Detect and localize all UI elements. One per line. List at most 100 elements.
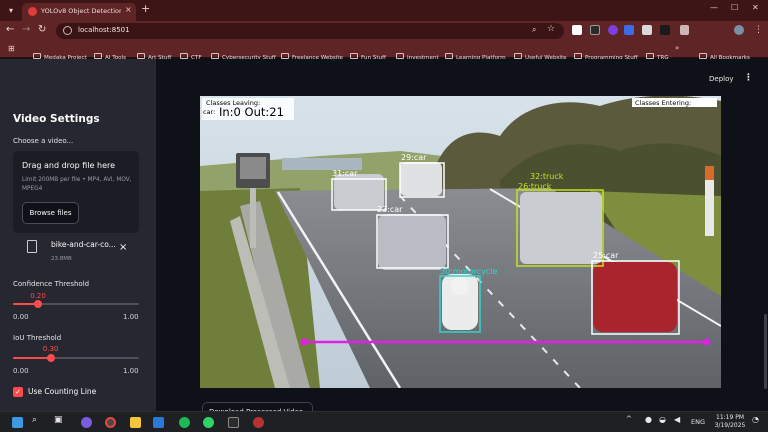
extension-icon[interactable]: [590, 25, 600, 35]
bookmark-folder[interactable]: Freelance Website: [281, 44, 343, 61]
clock-time: 11:19 PM: [716, 414, 744, 421]
reload-icon[interactable]: ↻: [38, 24, 46, 35]
search-icon[interactable]: ⌕: [32, 415, 37, 425]
task-view-icon[interactable]: ▣: [54, 415, 63, 425]
site-info-icon[interactable]: [63, 26, 72, 35]
extensions-puzzle-icon[interactable]: [680, 25, 689, 35]
file-icon: [27, 240, 37, 253]
vscode-icon[interactable]: [153, 417, 164, 428]
iou-slider[interactable]: [13, 354, 139, 362]
iou-min: 0.00: [13, 367, 29, 375]
taskbar: ⌕ ▣ ^ ● ◒ ◀ ENG 11:19 PM 3/19/2025 ◔: [0, 411, 768, 432]
clock[interactable]: 11:19 PM 3/19/2025: [713, 414, 747, 430]
bookmark-folder[interactable]: TRG: [646, 44, 669, 61]
counting-line-end: [703, 338, 711, 346]
extension-icon[interactable]: [608, 25, 618, 35]
checkbox-checked-icon[interactable]: ✓: [13, 387, 23, 397]
counting-line-start: [300, 338, 308, 346]
confidence-value: 0.20: [30, 292, 46, 300]
microphone-icon[interactable]: ●: [645, 415, 652, 424]
sidebar-title: Video Settings: [13, 113, 100, 125]
detection-label: 32:truck: [530, 172, 564, 181]
tab-close-icon[interactable]: ×: [125, 5, 132, 14]
bookmark-star-icon[interactable]: ☆: [547, 24, 555, 34]
bookmark-folder[interactable]: Art Stuff: [137, 44, 171, 61]
windows-start-icon[interactable]: [12, 417, 23, 428]
input-language[interactable]: ENG: [691, 418, 705, 426]
extension-icon[interactable]: [624, 25, 634, 35]
confidence-slider[interactable]: [13, 300, 139, 308]
deploy-button[interactable]: Deploy: [709, 75, 734, 83]
browse-files-button[interactable]: Browse files: [22, 202, 79, 224]
chrome-icon[interactable]: [105, 417, 116, 428]
minimize-icon[interactable]: —: [710, 3, 718, 12]
sidebar: Video Settings Choose a video... Drag an…: [0, 59, 156, 411]
extension-icon[interactable]: [660, 25, 670, 35]
app-icon[interactable]: [253, 417, 264, 428]
iou-value: 0.30: [42, 345, 59, 353]
zoom-icon[interactable]: ⌕: [532, 25, 536, 35]
detection-label: 25:car: [593, 251, 619, 260]
bookmark-folder[interactable]: CTF: [180, 44, 202, 61]
screen: ▾ YOLOv8 Object Detection & Co × + — ☐ ✕…: [0, 0, 768, 432]
confidence-max: 1.00: [123, 313, 139, 321]
bookmark-folder[interactable]: Programming Stuff: [574, 44, 638, 61]
volume-icon[interactable]: ◀: [674, 415, 680, 424]
close-window-icon[interactable]: ✕: [752, 3, 759, 12]
dropzone-title: Drag and drop file here: [22, 161, 116, 170]
file-dropzone[interactable]: Drag and drop file here Limit 200MB per …: [13, 151, 139, 233]
extension-icon[interactable]: [642, 25, 652, 35]
terminal-icon[interactable]: [228, 417, 239, 428]
address-bar[interactable]: localhost:8501 ⌕ ☆: [56, 23, 564, 39]
back-icon[interactable]: ←: [6, 24, 14, 35]
bookmark-folder[interactable]: Fun Stuff: [350, 44, 386, 61]
uploaded-file-name: bike-and-car-co...: [51, 240, 116, 249]
browser-tab-bar: ▾ YOLOv8 Object Detection & Co × + — ☐ ✕: [0, 0, 768, 21]
detection-label: 26:truck: [518, 182, 552, 191]
apps-grid-icon[interactable]: ⊞: [8, 44, 15, 55]
counting-line-checkbox[interactable]: ✓ Use Counting Line: [13, 386, 133, 398]
streamlit-favicon-icon: [28, 7, 37, 16]
bookmark-folder[interactable]: Learning Platform: [445, 44, 506, 61]
remove-file-icon[interactable]: ×: [119, 242, 127, 253]
bookmark-folder[interactable]: Useful Website: [514, 44, 567, 61]
processed-video-frame: 31:car 29:car 23:car 32:truck 26:truck 2…: [200, 96, 721, 388]
confidence-slider-thumb[interactable]: [34, 300, 43, 308]
maximize-icon[interactable]: ☐: [731, 3, 738, 12]
tab-search-icon[interactable]: ▾: [4, 4, 18, 17]
main-content: Deploy ⋮ 31:car 29:car 23:car 32:truck 2…: [156, 59, 768, 422]
notifications-icon[interactable]: ◔: [752, 415, 759, 424]
main-scrollbar[interactable]: [764, 314, 767, 389]
new-tab-icon[interactable]: +: [141, 2, 150, 15]
detection-label: 29:car: [401, 153, 427, 162]
bookmark-folder[interactable]: Investment: [396, 44, 439, 61]
bookmark-folder[interactable]: AI Tools: [94, 44, 126, 61]
iou-max: 1.00: [123, 367, 139, 375]
file-explorer-icon[interactable]: [130, 417, 141, 428]
spotify-icon[interactable]: [179, 417, 190, 428]
extension-icon[interactable]: [572, 25, 582, 35]
url-text[interactable]: localhost:8501: [78, 26, 130, 34]
browser-menu-icon[interactable]: ⋮: [754, 25, 763, 35]
all-bookmarks-folder[interactable]: All Bookmarks: [699, 44, 750, 61]
dropzone-limit-text: Limit 200MB per file • MP4, AVI, MOV, MP…: [22, 177, 132, 192]
network-icon[interactable]: ◒: [659, 415, 666, 424]
copilot-icon[interactable]: [81, 417, 92, 428]
profile-avatar[interactable]: [734, 25, 744, 35]
main-menu-icon[interactable]: ⋮: [744, 73, 753, 83]
iou-slider-fill: [13, 357, 51, 359]
bookmark-folder[interactable]: Medaka Project: [33, 44, 87, 61]
bookmarks-overflow-icon[interactable]: »: [675, 44, 679, 55]
tray-chevron-icon[interactable]: ^: [626, 415, 632, 423]
uploaded-file-size: 23.8MB: [51, 256, 72, 262]
detection-label: 31:car: [332, 169, 358, 178]
detection-label: 23:car: [377, 205, 403, 214]
classes-leaving-value: car:: [203, 108, 215, 116]
whatsapp-icon[interactable]: [203, 417, 214, 428]
bookmark-folder[interactable]: Cybersecurity Stuff: [211, 44, 276, 61]
browser-tab[interactable]: YOLOv8 Object Detection & Co ×: [22, 3, 136, 21]
classes-entering-label: Classes Entering:: [635, 99, 691, 107]
bookmarks-bar: ⊞ Medaka Project AI Tools Art Stuff CTF …: [0, 41, 768, 61]
iou-slider-thumb[interactable]: [46, 354, 55, 362]
forward-icon[interactable]: →: [22, 24, 30, 35]
